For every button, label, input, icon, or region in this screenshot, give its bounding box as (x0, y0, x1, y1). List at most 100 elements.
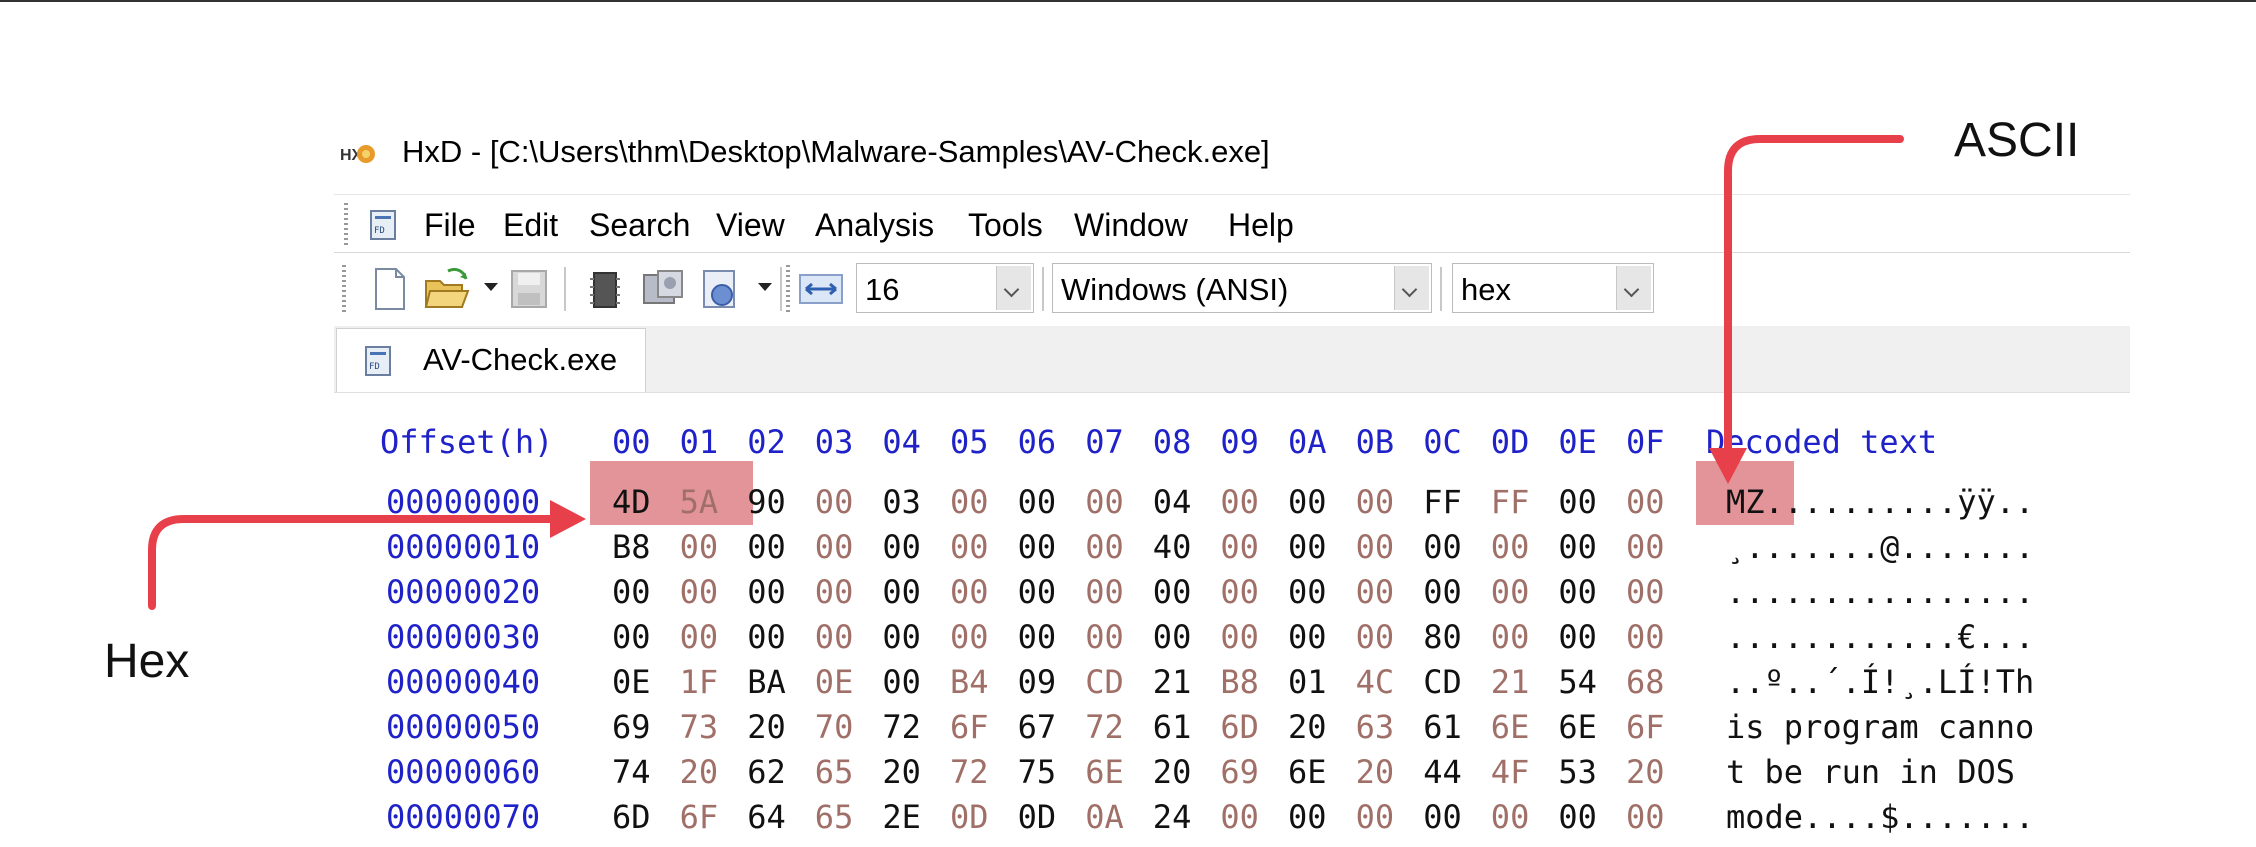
hex-byte[interactable]: 4D (612, 483, 651, 521)
hex-byte[interactable]: 00 (680, 528, 719, 566)
hex-byte[interactable]: 00 (1558, 573, 1597, 611)
hex-byte[interactable]: 74 (612, 753, 651, 791)
hex-byte[interactable]: 00 (1423, 528, 1462, 566)
hex-byte[interactable]: CD (1085, 663, 1124, 701)
hex-byte[interactable]: 61 (1153, 708, 1192, 746)
hex-byte[interactable]: 6F (1626, 708, 1665, 746)
tab-av-check[interactable]: FD AV-Check.exe (336, 328, 646, 392)
hex-byte[interactable]: 00 (1626, 573, 1665, 611)
hex-byte[interactable]: 53 (1558, 753, 1597, 791)
menu-help[interactable]: Help (1228, 207, 1294, 244)
hex-byte[interactable]: 00 (815, 618, 854, 656)
hex-byte[interactable]: 1F (680, 663, 719, 701)
decoded-text[interactable]: t be run in DOS (1726, 753, 2034, 791)
hex-byte[interactable]: 00 (882, 663, 921, 701)
hex-byte[interactable]: FF (1423, 483, 1462, 521)
hex-byte[interactable]: 54 (1558, 663, 1597, 701)
hex-byte[interactable]: 00 (612, 618, 651, 656)
hex-byte[interactable]: 6E (1491, 708, 1530, 746)
hex-byte[interactable]: 00 (882, 573, 921, 611)
hex-byte[interactable]: 00 (1288, 483, 1327, 521)
hex-byte[interactable]: 0D (1018, 798, 1057, 834)
hex-byte[interactable]: 20 (680, 753, 719, 791)
process-ram-icon[interactable] (696, 265, 746, 313)
hex-byte[interactable]: 20 (1626, 753, 1665, 791)
hex-byte[interactable]: 03 (882, 483, 921, 521)
hex-byte[interactable]: 70 (815, 708, 854, 746)
hex-byte[interactable]: 00 (1153, 618, 1192, 656)
open-dropdown-arrow[interactable] (484, 283, 498, 291)
hex-byte[interactable]: 75 (1018, 753, 1057, 791)
toolbar-grip-2[interactable] (786, 265, 790, 313)
hex-byte[interactable]: 73 (680, 708, 719, 746)
hex-byte[interactable]: 44 (1423, 753, 1462, 791)
hex-byte[interactable]: 6E (1558, 708, 1597, 746)
hex-byte[interactable]: 0E (612, 663, 651, 701)
hex-byte[interactable]: 65 (815, 753, 854, 791)
hex-byte[interactable]: 00 (1356, 483, 1395, 521)
hex-byte[interactable]: 00 (1356, 798, 1395, 834)
hex-editor-view[interactable]: Offset(h) 00 01 02 03 04 05 06 07 08 09 0A 0B 0C 0D 0E… (334, 392, 2130, 834)
save-icon[interactable] (504, 265, 554, 313)
hex-byte[interactable]: 0D (950, 798, 989, 834)
hex-byte[interactable]: 20 (1288, 708, 1327, 746)
hex-byte[interactable]: 6D (1220, 708, 1259, 746)
offset-base-select[interactable]: hex (1452, 263, 1654, 313)
hex-byte[interactable]: 00 (1220, 798, 1259, 834)
hex-byte[interactable]: 61 (1423, 708, 1462, 746)
hex-byte[interactable]: 00 (882, 528, 921, 566)
hex-byte[interactable]: 00 (1626, 528, 1665, 566)
hex-byte[interactable]: 00 (1288, 528, 1327, 566)
hex-byte[interactable]: 6E (1085, 753, 1124, 791)
decoded-text[interactable]: is program canno (1726, 708, 2034, 746)
hex-byte[interactable]: 62 (747, 753, 786, 791)
hex-byte[interactable]: 00 (1288, 798, 1327, 834)
hex-byte[interactable]: 00 (612, 573, 651, 611)
hex-byte[interactable]: 00 (1626, 618, 1665, 656)
hex-byte[interactable]: 01 (1288, 663, 1327, 701)
hex-byte[interactable]: 00 (747, 528, 786, 566)
hex-byte[interactable]: 20 (1153, 753, 1192, 791)
memory-chip-icon[interactable] (580, 265, 630, 313)
decoded-text[interactable]: ............€... (1726, 618, 2034, 656)
hex-byte[interactable]: 90 (747, 483, 786, 521)
hex-byte[interactable]: 00 (1356, 618, 1395, 656)
hex-byte[interactable]: 00 (747, 573, 786, 611)
decoded-text[interactable]: mode....$....... (1726, 798, 2034, 834)
hex-byte[interactable]: 00 (1220, 618, 1259, 656)
hex-byte[interactable]: 00 (1491, 798, 1530, 834)
hex-byte[interactable]: 0E (815, 663, 854, 701)
menu-search[interactable]: Search (589, 207, 690, 244)
decoded-text[interactable]: ¸.......@....... (1726, 528, 2034, 566)
hex-byte[interactable]: 00 (1491, 618, 1530, 656)
hex-byte[interactable]: 6F (950, 708, 989, 746)
open-file-icon[interactable] (422, 265, 472, 313)
hex-byte[interactable]: 00 (1018, 483, 1057, 521)
hex-byte[interactable]: 00 (1220, 483, 1259, 521)
hex-byte[interactable]: 00 (1356, 528, 1395, 566)
hex-byte[interactable]: 00 (1085, 528, 1124, 566)
hex-byte[interactable]: B4 (950, 663, 989, 701)
hex-byte[interactable]: 20 (882, 753, 921, 791)
hex-byte[interactable]: 69 (612, 708, 651, 746)
hex-byte[interactable]: 00 (1356, 573, 1395, 611)
hex-byte[interactable]: 69 (1220, 753, 1259, 791)
hex-byte[interactable]: 00 (882, 618, 921, 656)
hex-byte[interactable]: 00 (815, 483, 854, 521)
hex-byte[interactable]: 6F (680, 798, 719, 834)
hex-byte[interactable]: 00 (1085, 618, 1124, 656)
hex-byte[interactable]: FF (1491, 483, 1530, 521)
hex-byte[interactable]: 72 (1085, 708, 1124, 746)
hex-byte[interactable]: 00 (1558, 483, 1597, 521)
hex-byte[interactable]: 00 (1423, 573, 1462, 611)
hex-byte[interactable]: 24 (1153, 798, 1192, 834)
hex-byte[interactable]: 00 (1423, 798, 1462, 834)
chevron-down-icon[interactable] (996, 266, 1031, 310)
hex-byte[interactable]: 2E (882, 798, 921, 834)
hex-byte[interactable]: B8 (612, 528, 651, 566)
hex-byte[interactable]: 00 (1626, 483, 1665, 521)
hex-byte[interactable]: 00 (680, 618, 719, 656)
hex-byte[interactable]: 65 (815, 798, 854, 834)
hex-byte[interactable]: 68 (1626, 663, 1665, 701)
hex-byte[interactable]: 72 (882, 708, 921, 746)
